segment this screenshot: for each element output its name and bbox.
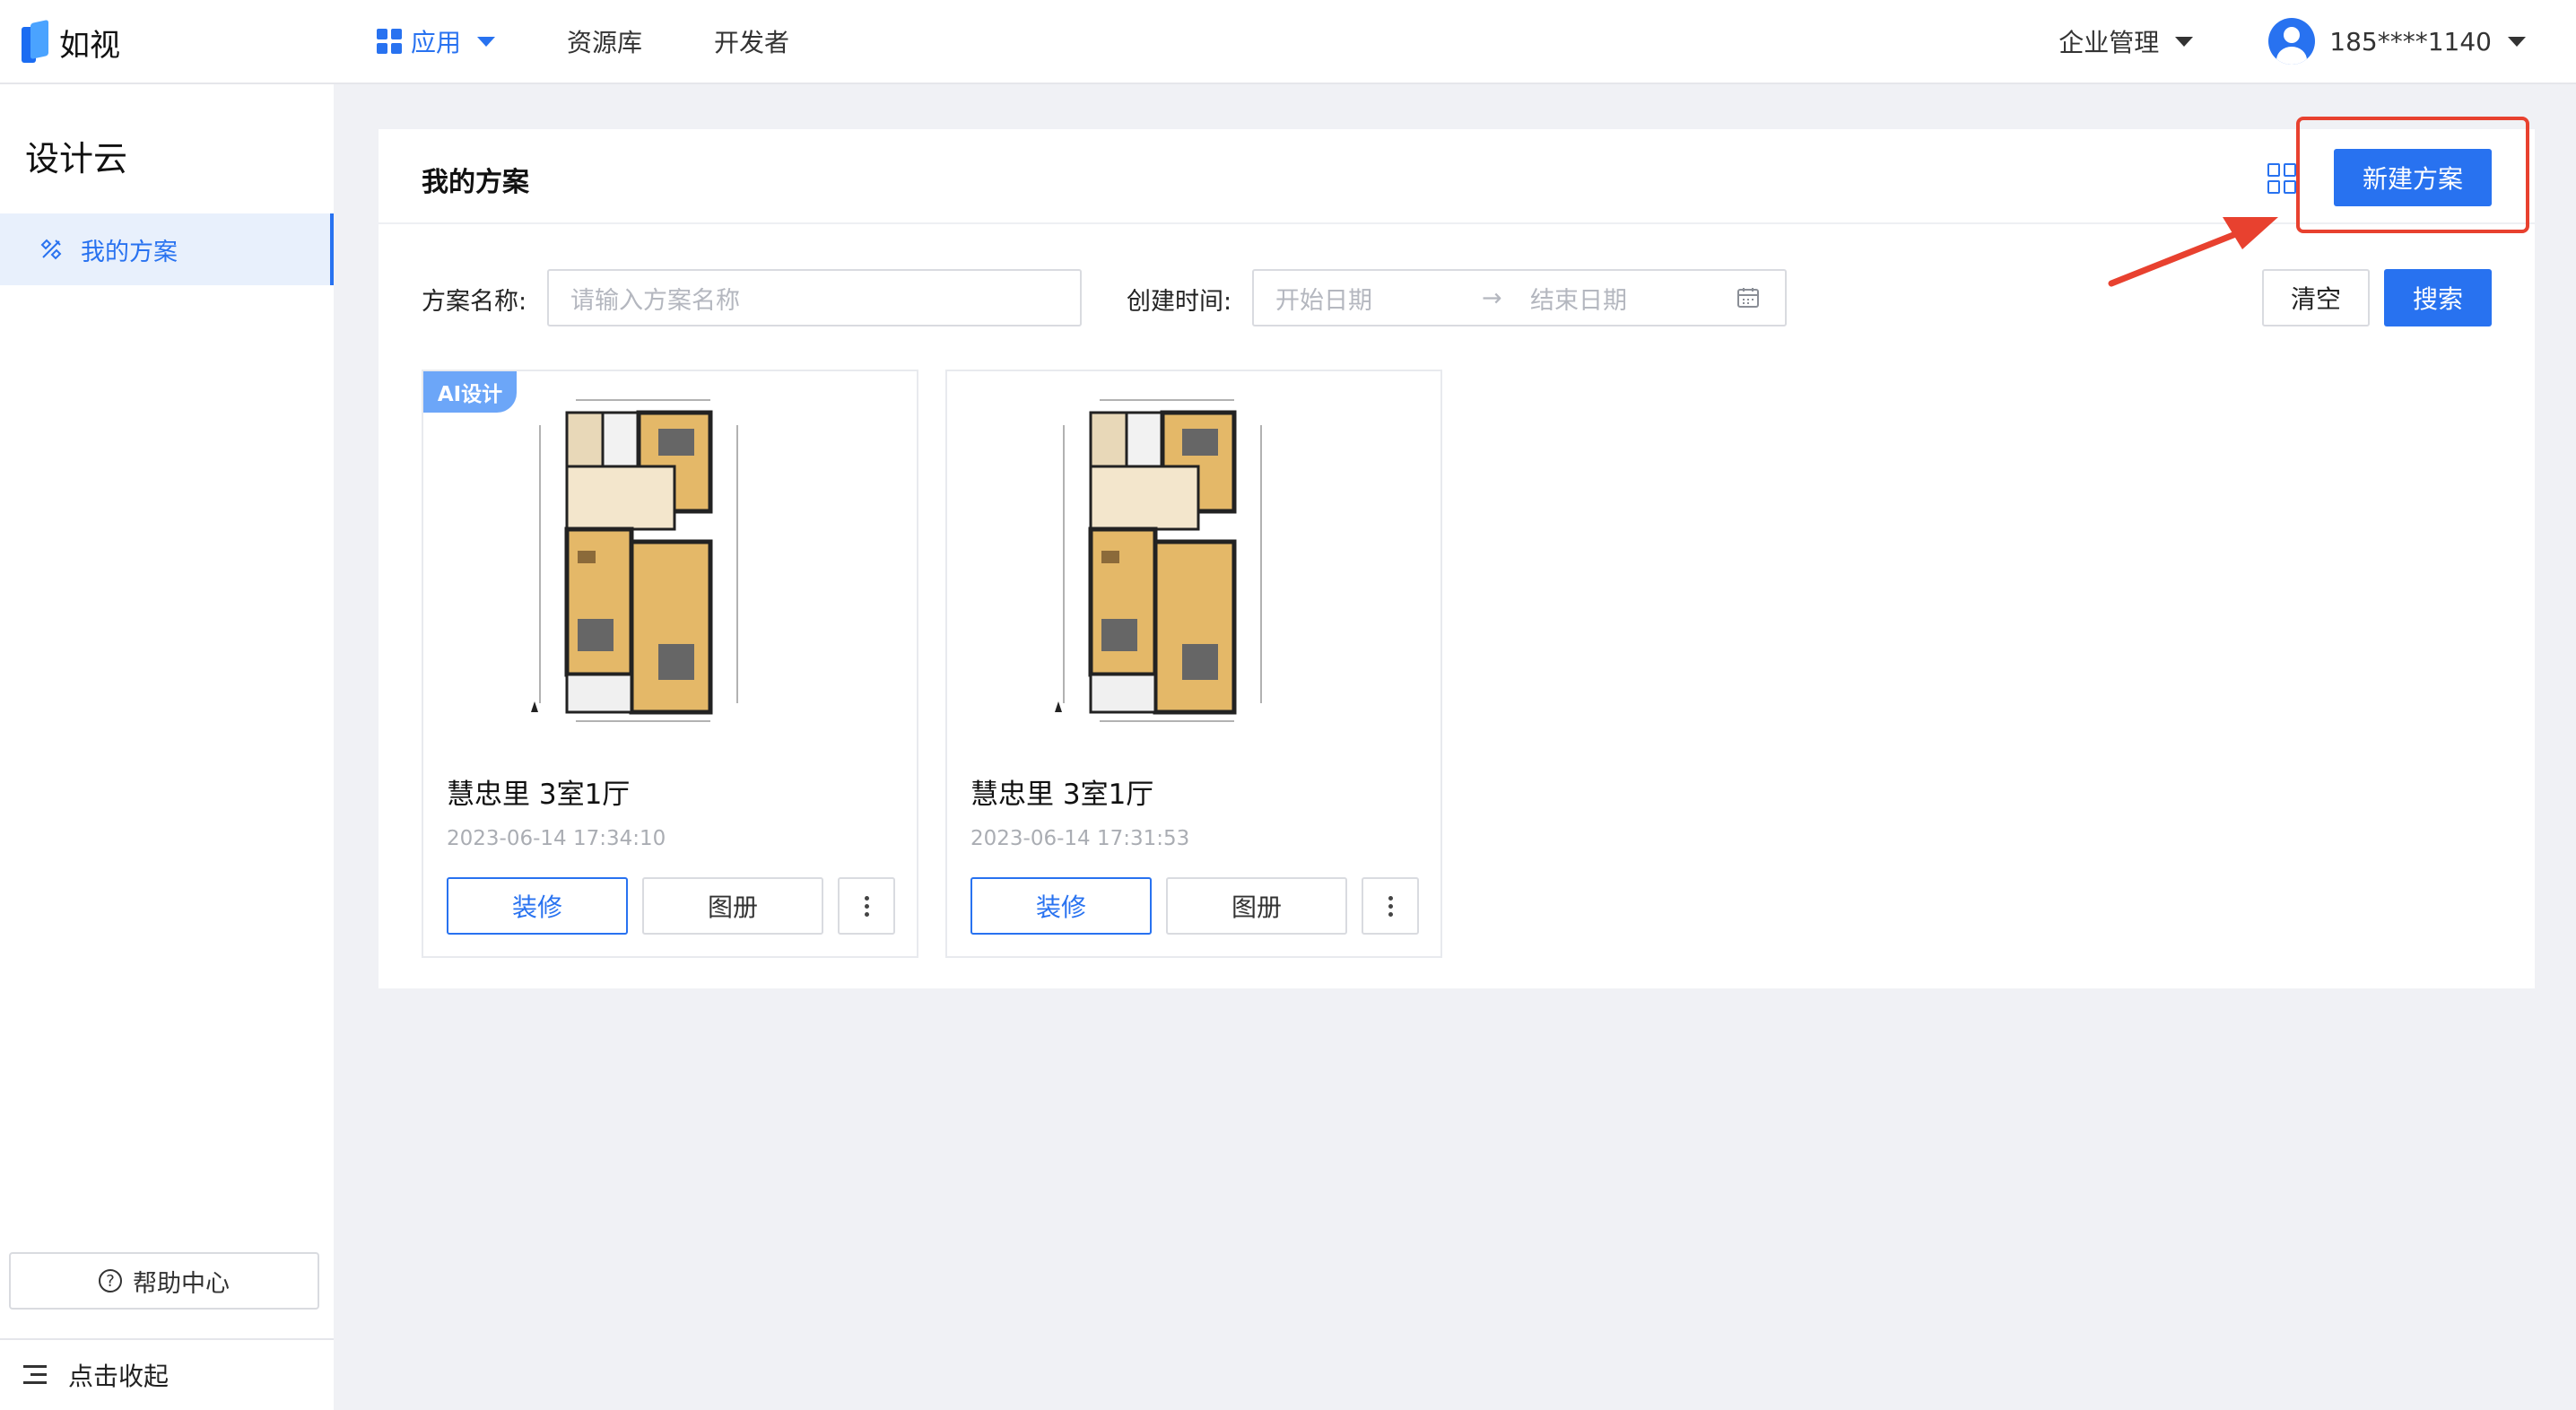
page-title: 我的方案 (422, 167, 529, 198)
user-phone: 185****1140 (2329, 26, 2492, 57)
question-icon: ? (99, 1269, 122, 1292)
nav-item-apps[interactable]: 应用 (377, 23, 496, 59)
end-date-placeholder: 结束日期 (1530, 286, 1627, 315)
logo-icon (22, 19, 52, 63)
plan-card[interactable]: AI设计 慧忠里 3室1厅 2023-06-14 17:34:10 装修 图册 (422, 370, 918, 958)
enterprise-label: 企业管理 (2058, 28, 2160, 57)
sidebar-title: 设计云 (25, 139, 128, 178)
date-range-input[interactable]: 开始日期 → 结束日期 (1252, 269, 1787, 326)
brand-logo[interactable]: 如视 (22, 19, 120, 65)
chevron-down-icon (2175, 36, 2194, 47)
floor-plan-image (531, 399, 738, 722)
user-menu[interactable]: 185****1140 (2268, 18, 2526, 65)
annotation-highlight-box (2296, 117, 2529, 233)
nav-item-label: 应用 (411, 28, 462, 57)
more-options-icon[interactable] (1362, 877, 1419, 935)
plan-name-label: 方案名称: (422, 288, 527, 316)
annotation-arrow-icon (2108, 217, 2278, 287)
plan-created-time: 2023-06-14 17:34:10 (447, 827, 666, 850)
chevron-down-icon (477, 36, 496, 47)
floor-plan-image (1055, 399, 1262, 722)
plan-created-time: 2023-06-14 17:31:53 (970, 827, 1190, 850)
plan-name: 慧忠里 3室1厅 (970, 779, 1154, 811)
ai-design-badge: AI设计 (423, 371, 517, 413)
collapse-sidebar-button[interactable]: 点击收起 (0, 1338, 334, 1410)
grid-view-icon[interactable] (2267, 163, 2298, 194)
start-date-placeholder: 开始日期 (1275, 286, 1372, 315)
arrow-right-icon: → (1482, 283, 1502, 312)
top-bar: 如视 应用 资源库 开发者 企业管理 185****1140 (0, 0, 2576, 84)
nav-item-developer[interactable]: 开发者 (714, 23, 789, 59)
album-button[interactable]: 图册 (1166, 877, 1347, 935)
sidebar-item-my-plans[interactable]: 我的方案 (0, 213, 334, 285)
calendar-icon (1737, 288, 1759, 308)
avatar-icon (2268, 18, 2316, 65)
decorate-button[interactable]: 装修 (447, 877, 628, 935)
chevron-down-icon (2508, 36, 2526, 47)
plan-card[interactable]: 慧忠里 3室1厅 2023-06-14 17:31:53 装修 图册 (945, 370, 1442, 958)
created-time-label: 创建时间: (1127, 288, 1232, 316)
nav-item-label: 资源库 (567, 28, 643, 57)
collapse-menu-icon (23, 1365, 47, 1385)
plan-name: 慧忠里 3室1厅 (447, 779, 631, 811)
apps-grid-icon (377, 29, 402, 54)
enterprise-menu[interactable]: 企业管理 (2058, 23, 2194, 59)
plan-name-input[interactable]: 请输入方案名称 (547, 269, 1082, 326)
nav-item-resources[interactable]: 资源库 (567, 23, 642, 59)
sidebar-item-label: 我的方案 (81, 238, 178, 266)
decorate-button[interactable]: 装修 (970, 877, 1152, 935)
more-options-icon[interactable] (838, 877, 895, 935)
design-tools-icon (40, 239, 62, 260)
collapse-label: 点击收起 (68, 1362, 170, 1391)
main-nav: 应用 资源库 开发者 (377, 0, 861, 83)
help-label: 帮助中心 (133, 1269, 230, 1298)
help-center-button[interactable]: ? 帮助中心 (9, 1252, 319, 1310)
album-button[interactable]: 图册 (642, 877, 823, 935)
search-button[interactable]: 搜索 (2384, 269, 2492, 326)
brand-name: 如视 (59, 27, 120, 64)
nav-item-label: 开发者 (714, 28, 790, 57)
sidebar: 设计云 我的方案 ? 帮助中心 点击收起 (0, 84, 334, 1410)
top-right-menu: 企业管理 185****1140 (2058, 0, 2576, 83)
